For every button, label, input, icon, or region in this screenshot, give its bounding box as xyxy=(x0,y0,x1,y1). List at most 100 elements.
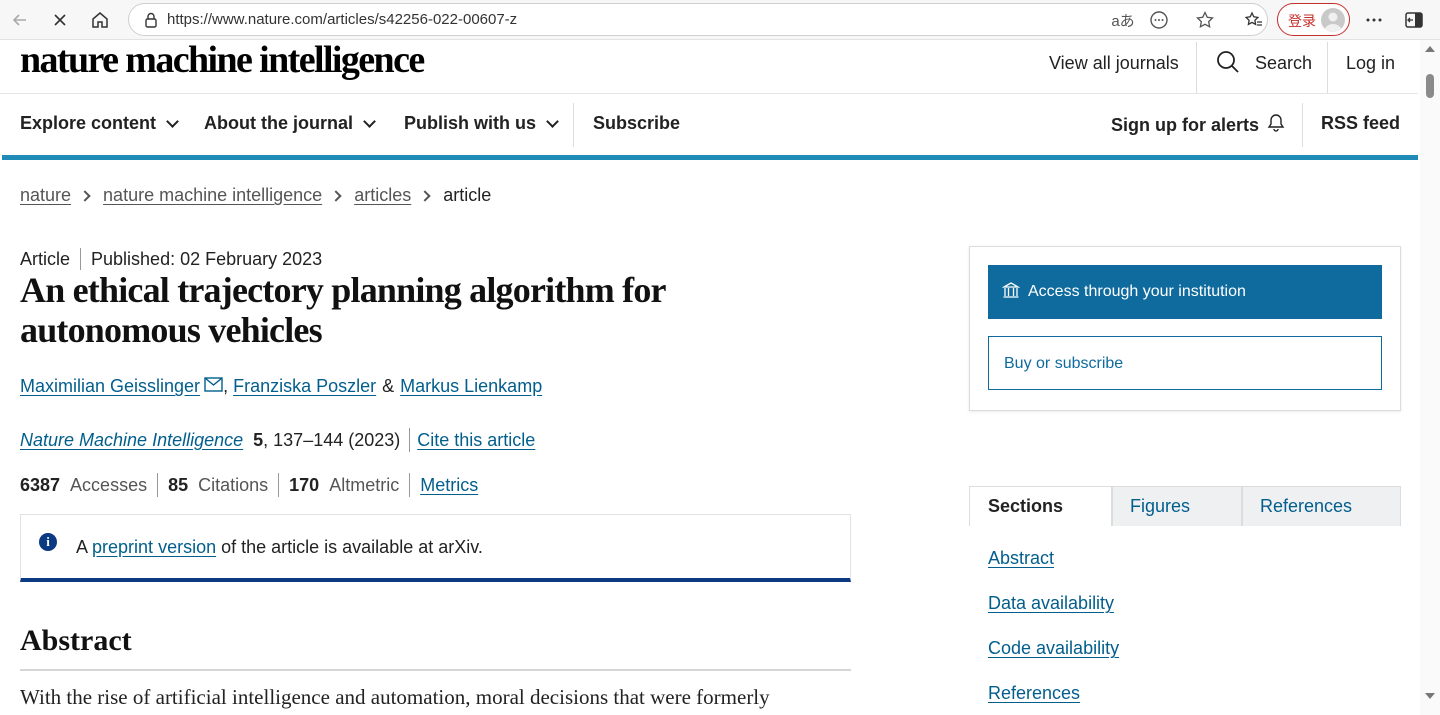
citations-count: 85 xyxy=(168,474,189,495)
buy-subscribe-button[interactable]: Buy or subscribe xyxy=(988,336,1382,390)
favorites-icon[interactable] xyxy=(1240,6,1268,34)
translate-icon[interactable]: aあ xyxy=(1111,8,1135,32)
article-type: Article xyxy=(20,248,71,269)
section-link-data-availability[interactable]: Data availability xyxy=(988,593,1114,614)
metrics-link[interactable]: Metrics xyxy=(420,475,478,496)
article-title: An ethical trajectory planning algorithm… xyxy=(20,270,666,350)
chevron-down-icon xyxy=(546,114,559,128)
sidebar-tabs: Sections Figures References xyxy=(969,486,1401,526)
section-link-abstract[interactable]: Abstract xyxy=(988,548,1054,569)
chevron-right-icon xyxy=(419,189,431,202)
search-icon[interactable] xyxy=(1216,50,1240,79)
accesses-count: 6387 xyxy=(20,474,61,495)
lock-icon[interactable] xyxy=(141,10,161,30)
view-all-journals-link[interactable]: View all journals xyxy=(1049,53,1179,74)
browser-toolbar: https://www.nature.com/articles/s42256-0… xyxy=(0,0,1440,40)
preprint-version-link[interactable]: preprint version xyxy=(92,537,216,557)
breadcrumb-nature[interactable]: nature xyxy=(20,185,71,206)
preprint-prefix: A xyxy=(76,537,88,557)
search-link[interactable]: Search xyxy=(1255,53,1312,74)
altmetric-score: 170 xyxy=(289,474,320,495)
citations-label: Citations xyxy=(198,474,269,495)
preprint-notice: i A preprint version of the article is a… xyxy=(20,514,851,582)
author-link[interactable]: Markus Lienkamp xyxy=(400,376,542,397)
journal-volume: 5 xyxy=(253,429,264,450)
journal-pages: , 137–144 (2023) xyxy=(263,429,401,450)
tab-references[interactable]: References xyxy=(1242,486,1401,526)
favorite-star-icon[interactable] xyxy=(1193,8,1217,32)
published-date: Published: 02 February 2023 xyxy=(91,248,323,269)
url-text[interactable]: https://www.nature.com/articles/s42256-0… xyxy=(167,11,517,28)
subscribe-link[interactable]: Subscribe xyxy=(593,113,680,134)
bell-icon xyxy=(1267,113,1285,138)
address-bar[interactable]: https://www.nature.com/articles/s42256-0… xyxy=(128,3,1268,36)
section-link-references[interactable]: References xyxy=(988,683,1080,704)
log-in-link[interactable]: Log in xyxy=(1346,53,1395,74)
tab-sections[interactable]: Sections xyxy=(969,486,1112,526)
author-list: Maximilian Geisslinger , Franziska Poszl… xyxy=(20,376,542,397)
scrollbar-thumb[interactable] xyxy=(1426,74,1434,98)
cite-this-article-link[interactable]: Cite this article xyxy=(417,430,535,451)
author-link[interactable]: Franziska Poszler xyxy=(233,376,376,397)
email-icon[interactable] xyxy=(204,376,223,397)
stop-loading-icon[interactable] xyxy=(46,6,74,34)
divider xyxy=(157,473,159,497)
author-ampersand: & xyxy=(382,376,395,396)
settings-more-icon[interactable] xyxy=(1360,6,1388,34)
about-journal-menu[interactable]: About the journal xyxy=(204,113,376,134)
altmetric-label: Altmetric xyxy=(329,474,400,495)
author-link[interactable]: Maximilian Geisslinger xyxy=(20,376,200,397)
article-meta: Article Published: 02 February 2023 xyxy=(20,248,322,270)
breadcrumb: nature nature machine intelligence artic… xyxy=(20,185,491,206)
site-logo[interactable]: nature machine intelligence xyxy=(20,38,425,82)
abstract-text: With the rise of artificial intelligence… xyxy=(20,685,770,709)
tab-figures[interactable]: Figures xyxy=(1112,486,1242,526)
home-icon[interactable] xyxy=(86,6,114,34)
publish-with-us-label: Publish with us xyxy=(404,113,537,133)
sidebar-toggle-icon[interactable] xyxy=(1400,6,1428,34)
explore-content-menu[interactable]: Explore content xyxy=(20,113,179,134)
abstract-divider xyxy=(20,669,851,671)
publish-with-us-menu[interactable]: Publish with us xyxy=(404,113,559,134)
more-tools-icon[interactable] xyxy=(1147,8,1171,32)
chevron-down-icon xyxy=(166,114,179,128)
chevron-right-icon xyxy=(79,189,91,202)
journal-name-link[interactable]: Nature Machine Intelligence xyxy=(20,430,243,451)
chevron-right-icon xyxy=(330,189,342,202)
abstract-heading: Abstract xyxy=(20,624,132,657)
access-institution-label: Access through your institution xyxy=(1028,283,1246,300)
sign-up-alerts-link[interactable]: Sign up for alerts xyxy=(1111,113,1285,138)
divider xyxy=(80,248,82,270)
divider xyxy=(1327,42,1328,94)
access-institution-button[interactable]: Access through your institution xyxy=(988,265,1382,319)
page-scrollbar[interactable] xyxy=(1420,40,1440,715)
buy-subscribe-label: Buy or subscribe xyxy=(1004,355,1124,372)
breadcrumb-articles[interactable]: articles xyxy=(354,185,411,206)
breadcrumb-journal[interactable]: nature machine intelligence xyxy=(103,185,322,206)
scroll-up-icon[interactable] xyxy=(1425,46,1435,52)
explore-content-label: Explore content xyxy=(20,113,157,133)
back-icon[interactable] xyxy=(6,6,34,34)
citation-line: Nature Machine Intelligence 5 , 137–144 … xyxy=(20,428,535,452)
about-journal-label: About the journal xyxy=(204,113,353,133)
chevron-down-icon xyxy=(363,114,376,128)
metrics-line: 6387 Accesses 85 Citations 170 Altmetric… xyxy=(20,473,478,497)
preprint-suffix: of the article is available at arXiv. xyxy=(221,537,483,557)
breadcrumb-current: article xyxy=(443,185,492,205)
rss-feed-link[interactable]: RSS feed xyxy=(1321,113,1400,134)
browser-login-button[interactable]: 登录 xyxy=(1277,3,1350,36)
divider xyxy=(409,428,411,452)
author-separator: , xyxy=(223,376,234,396)
divider xyxy=(573,103,574,147)
section-link-code-availability[interactable]: Code availability xyxy=(988,638,1119,659)
institution-icon xyxy=(1001,281,1021,299)
scroll-down-icon[interactable] xyxy=(1425,693,1435,699)
divider xyxy=(1302,103,1303,147)
info-icon: i xyxy=(39,533,57,551)
preprint-notice-text: A preprint version of the article is ava… xyxy=(76,537,483,558)
divider xyxy=(409,473,411,497)
access-box: Access through your institution Buy or s… xyxy=(969,246,1401,411)
sign-up-alerts-label: Sign up for alerts xyxy=(1111,115,1260,135)
divider xyxy=(1196,42,1197,94)
nav-accent-bar xyxy=(2,155,1418,160)
